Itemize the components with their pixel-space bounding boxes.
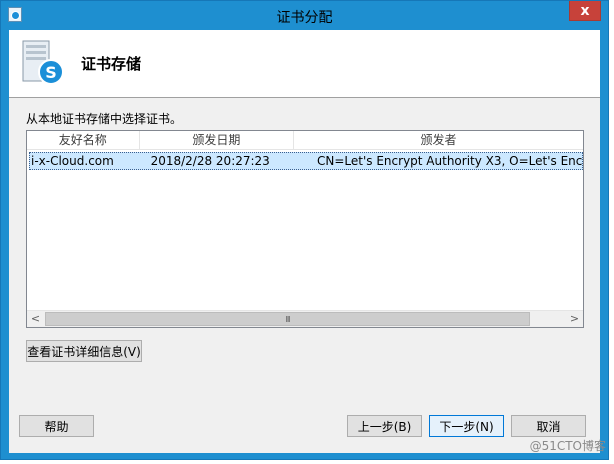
scroll-left-arrow-icon[interactable]: < <box>27 311 44 327</box>
back-button[interactable]: 上一步(B) <box>347 415 422 437</box>
list-header: 友好名称 颁发日期 颁发者 <box>27 131 583 150</box>
close-button[interactable]: x <box>569 1 601 21</box>
scrollbar-thumb[interactable]: III <box>45 312 530 326</box>
view-certificate-details-button[interactable]: 查看证书详细信息(V) <box>26 340 142 362</box>
horizontal-scrollbar[interactable]: < III > <box>27 310 583 327</box>
instruction-text: 从本地证书存储中选择证书。 <box>26 112 183 126</box>
next-button[interactable]: 下一步(N) <box>429 415 504 437</box>
cell-issue-date: 2018/2/28 20:27:23 <box>150 154 270 168</box>
table-row[interactable]: i-x-Cloud.com 2018/2/28 20:27:23 CN=Let'… <box>29 152 583 170</box>
scroll-grip-icon: III <box>285 315 290 324</box>
cell-friendly-name: i-x-Cloud.com <box>31 154 114 168</box>
help-button[interactable]: 帮助 <box>19 415 94 437</box>
window-title: 证书分配 <box>276 10 333 26</box>
cell-issuer: CN=Let's Encrypt Authority X3, O=Let's E… <box>317 154 582 168</box>
dialog-window: 证书分配 x S 证书存储 从本地证书存储中选择证书。 友好名称 颁发日期 颁发… <box>0 0 609 460</box>
wizard-header: S 证书存储 <box>9 30 600 98</box>
dialog-client: S 证书存储 从本地证书存储中选择证书。 友好名称 颁发日期 颁发者 i-x-C… <box>9 30 600 453</box>
scroll-right-arrow-icon[interactable]: > <box>566 311 583 327</box>
page-title: 证书存储 <box>81 55 142 73</box>
column-header-friendly-name[interactable]: 友好名称 <box>27 131 140 150</box>
column-header-issue-date[interactable]: 颁发日期 <box>140 131 295 150</box>
certificate-list[interactable]: 友好名称 颁发日期 颁发者 i-x-Cloud.com 2018/2/28 20… <box>26 130 584 328</box>
watermark: @51CTO博客 <box>529 439 606 453</box>
cancel-button[interactable]: 取消 <box>511 415 586 437</box>
svg-text:S: S <box>45 63 57 82</box>
certificate-store-icon: S <box>22 40 64 85</box>
column-header-issuer[interactable]: 颁发者 <box>294 131 583 150</box>
title-bar[interactable]: 证书分配 x <box>1 1 608 30</box>
